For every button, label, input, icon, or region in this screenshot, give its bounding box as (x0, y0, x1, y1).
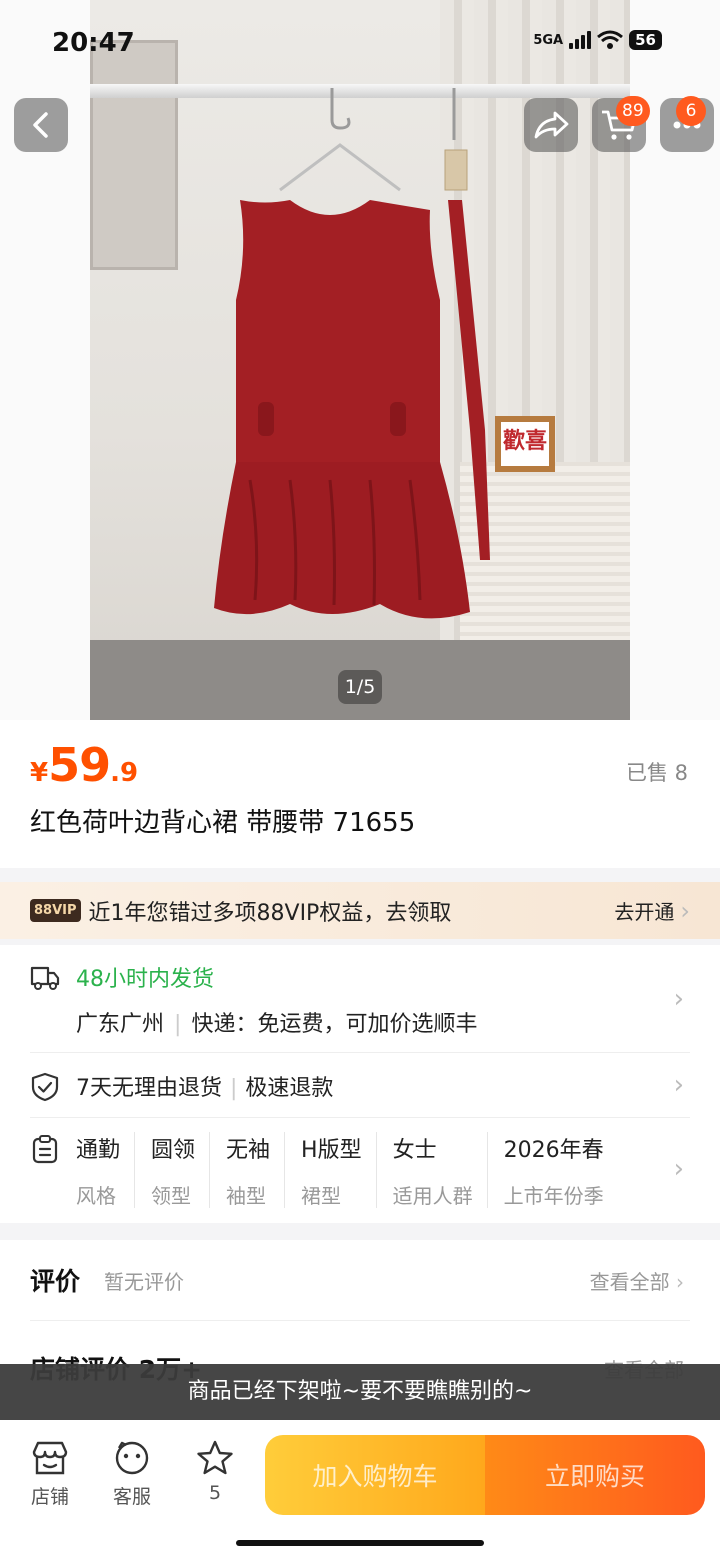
purchase-buttons: 加入购物车 立即购买 (265, 1435, 705, 1515)
star-icon (197, 1440, 233, 1475)
attribute-value: 无袖 (226, 1138, 271, 1163)
vip-text: 近1年您错过多项88VIP权益，去领取 (88, 900, 452, 926)
image-counter: 1/5 (338, 670, 382, 704)
buy-now-button[interactable]: 立即购买 (485, 1435, 705, 1515)
attribute-key: 袖型 (226, 1184, 267, 1208)
status-time: 20:47 (52, 28, 135, 58)
vip-banner[interactable]: 88VIP 近1年您错过多项88VIP权益，去领取 去开通 › (0, 882, 720, 939)
store-label: 店铺 (30, 1486, 69, 1508)
attribute-key: 领型 (151, 1184, 192, 1208)
more-badge: 6 (676, 96, 706, 126)
customer-service-icon (115, 1441, 149, 1475)
shipping-speed: 48小时内发货 (76, 967, 214, 992)
sold-count: 已售 8 (625, 761, 688, 785)
reviews-title: 评价 (30, 1267, 81, 1296)
attribute-value: H版型 (301, 1138, 362, 1163)
store-icon (32, 1441, 68, 1475)
signal-icon (569, 31, 592, 49)
clipboard-icon (32, 1135, 58, 1164)
chevron-left-icon (33, 112, 48, 138)
product-price: ¥ 59 .9 (30, 738, 138, 792)
attribute-item: 圆领 领型 (134, 1132, 209, 1208)
return-policy[interactable]: 7天无理由退货 | 极速退款 (76, 1070, 333, 1102)
chevron-right-icon[interactable]: › (674, 1070, 684, 1100)
divider (30, 1052, 690, 1053)
product-detail-page: 歡喜 1/5 20:47 5GA 56 89 6 ¥ 59 .9 已售 8 红色… (0, 0, 720, 1559)
vip-badge: 88VIP (30, 899, 81, 922)
chevron-right-icon: › (680, 896, 690, 925)
network-type: 5GA (533, 32, 564, 48)
cart-badge: 89 (616, 96, 650, 126)
attribute-item: 通勤 风格 (76, 1132, 134, 1208)
fast-refund: 极速退款 (245, 1076, 334, 1101)
store-tab[interactable]: 店铺 (15, 1440, 85, 1509)
service-tab[interactable]: 客服 (97, 1440, 167, 1509)
service-label: 客服 (112, 1486, 151, 1508)
attribute-value: 女士 (392, 1138, 437, 1163)
shipping-info[interactable]: 广东广州 | 快递：免运费，可加价选顺丰 (76, 1006, 477, 1038)
attribute-item: 女士 适用人群 (375, 1132, 487, 1208)
currency-symbol: ¥ (30, 758, 49, 788)
view-all-label: 查看全部 (589, 1270, 670, 1294)
divider (30, 1117, 690, 1118)
separator: | (230, 1076, 238, 1101)
price-integer: 59 (48, 738, 111, 792)
attribute-value: 2026年春 (503, 1138, 604, 1163)
attribute-key: 适用人群 (392, 1184, 473, 1208)
home-indicator[interactable] (236, 1540, 484, 1546)
chevron-right-icon[interactable]: › (674, 984, 684, 1014)
share-icon (534, 111, 569, 139)
divider (30, 1320, 690, 1321)
attribute-value: 圆领 (151, 1138, 196, 1163)
back-button[interactable] (14, 98, 68, 152)
attribute-item: H版型 裙型 (284, 1132, 376, 1208)
more-button[interactable]: 6 (660, 96, 714, 152)
vip-activate-link[interactable]: 去开通 (614, 896, 674, 925)
delivery-method: 快递：免运费，可加价选顺丰 (191, 1012, 478, 1037)
return-days: 7天无理由退货 (76, 1076, 222, 1101)
chevron-right-icon: › (676, 1270, 684, 1294)
cart-button[interactable]: 89 (592, 96, 650, 152)
favorite-tab[interactable]: 5 (180, 1440, 250, 1504)
share-button[interactable] (524, 98, 578, 152)
wifi-icon (597, 30, 624, 49)
delisted-toast: 商品已经下架啦~要不要瞧瞧别的~ (0, 1364, 720, 1420)
attribute-item: 2026年春 上市年份季 (486, 1132, 618, 1208)
shield-check-icon (31, 1072, 59, 1102)
product-attributes[interactable]: 通勤 风格 圆领 领型 无袖 袖型 H版型 裙型 女士 适用人群 2026年春 … (76, 1132, 654, 1208)
attribute-key: 上市年份季 (503, 1184, 604, 1208)
truck-icon (30, 966, 60, 990)
separator: | (174, 1012, 182, 1037)
attribute-key: 裙型 (301, 1184, 342, 1208)
chevron-right-icon[interactable]: › (674, 1154, 684, 1184)
product-title: 红色荷叶边背心裙 带腰带 71655 (30, 808, 416, 838)
price-decimal: .9 (110, 758, 139, 788)
ship-from-location: 广东广州 (76, 1012, 165, 1037)
battery-indicator: 56 (629, 30, 662, 50)
attribute-key: 风格 (76, 1184, 116, 1208)
view-all-reviews-link[interactable]: 查看全部 › (590, 1266, 684, 1295)
add-to-cart-button[interactable]: 加入购物车 (265, 1435, 485, 1515)
reviews-empty-text: 暂无评价 (104, 1270, 184, 1294)
status-indicators: 5GA 56 (533, 30, 662, 50)
attribute-item: 无袖 袖型 (209, 1132, 284, 1208)
attribute-value: 通勤 (76, 1138, 121, 1163)
favorite-count: 5 (208, 1482, 222, 1504)
